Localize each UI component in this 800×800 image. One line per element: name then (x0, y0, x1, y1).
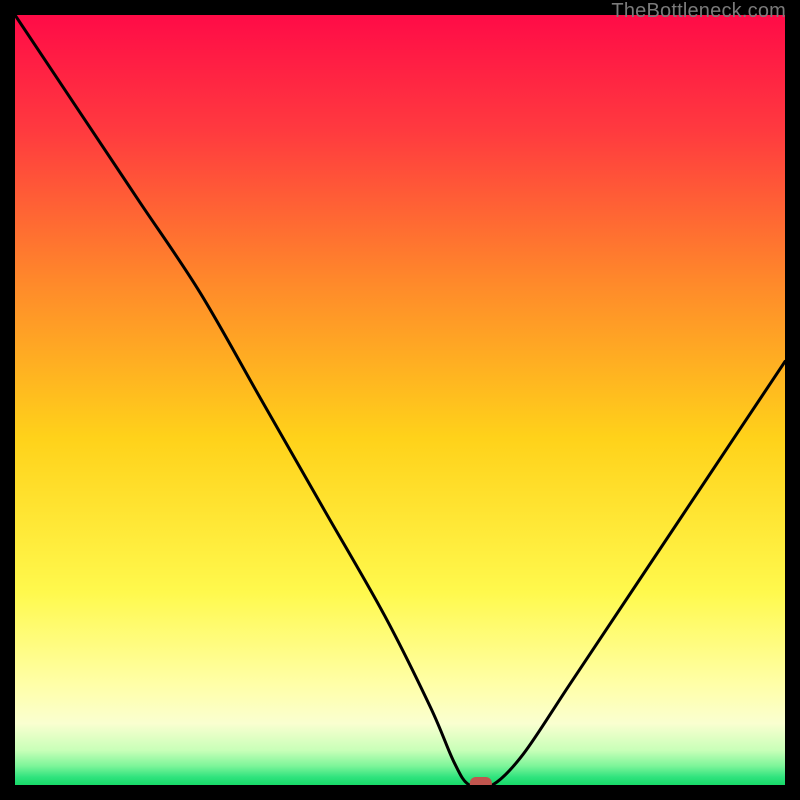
chart-svg (15, 15, 785, 785)
gradient-background (15, 15, 785, 785)
optimum-marker (470, 777, 492, 785)
chart-frame: TheBottleneck.com (0, 0, 800, 800)
chart-plot-area (15, 15, 785, 785)
watermark-text: TheBottleneck.com (611, 0, 786, 23)
